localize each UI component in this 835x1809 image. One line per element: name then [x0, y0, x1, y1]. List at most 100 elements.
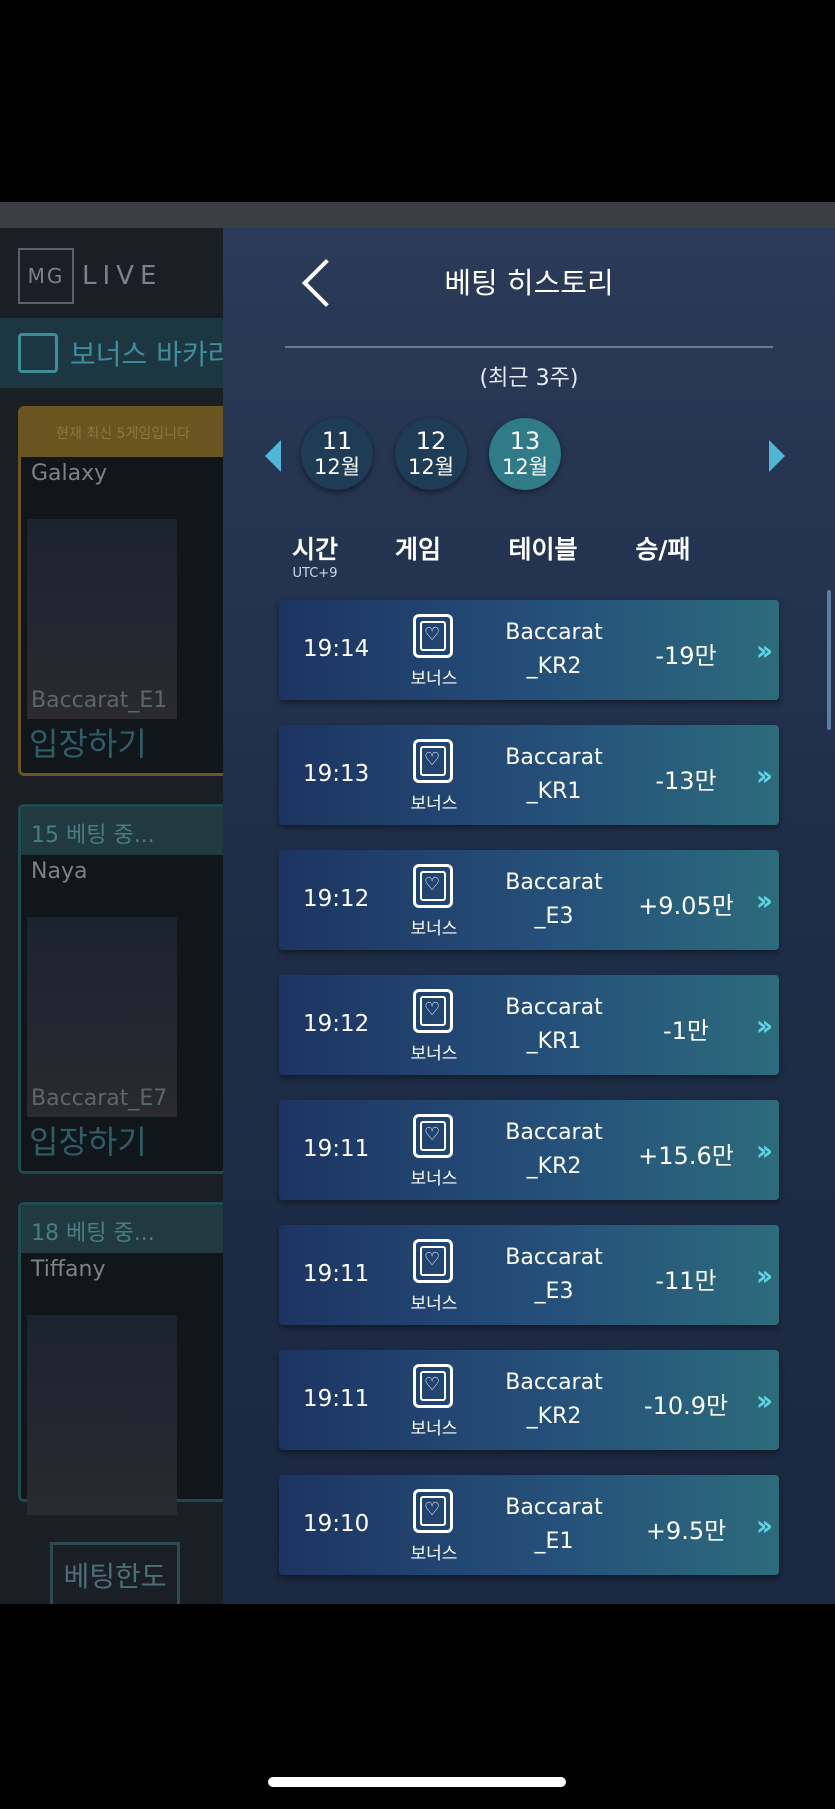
header-result: 승/패	[635, 535, 691, 564]
bonus-card-icon: ♡	[413, 1114, 453, 1158]
row-table-line2: _KR2	[526, 654, 582, 679]
row-table: Baccarat _KR1	[499, 991, 609, 1059]
card-banner: 15 베팅 중...	[21, 807, 225, 855]
bonus-card-icon: ♡	[413, 1489, 453, 1533]
double-chevron-right-icon[interactable]: ››	[756, 884, 773, 917]
row-table-line1: Baccarat	[505, 995, 603, 1020]
row-time: 19:10	[303, 1511, 370, 1537]
row-table-line1: Baccarat	[505, 1370, 603, 1395]
dealer-photo	[27, 1315, 177, 1515]
history-row[interactable]: 19:12 ♡ 보너스 Baccarat _E3 +9.05만 ››	[279, 850, 779, 950]
row-game: 보너스	[410, 1169, 458, 1189]
table-card[interactable]: 15 베팅 중... Naya Baccarat_E7 입장하기	[18, 804, 228, 1174]
row-table-line2: _KR1	[526, 779, 582, 804]
row-table-line2: _KR1	[526, 1029, 582, 1054]
next-date-icon[interactable]	[769, 440, 785, 472]
double-chevron-right-icon[interactable]: ››	[756, 759, 773, 792]
row-game: 보너스	[410, 1544, 458, 1564]
row-table: Baccarat _KR1	[499, 741, 609, 809]
scrollbar[interactable]	[827, 590, 831, 730]
row-game: 보너스	[410, 919, 458, 939]
double-chevron-right-icon[interactable]: ››	[756, 1134, 773, 1167]
row-table: Baccarat _E3	[499, 1241, 609, 1309]
row-table: Baccarat _KR2	[499, 616, 609, 684]
card-banner: 18 베팅 중...	[21, 1205, 225, 1253]
dealer-name: Galaxy	[31, 461, 108, 486]
history-row[interactable]: 19:10 ♡ 보너스 Baccarat _E1 +9.5만 ››	[279, 1475, 779, 1575]
bonus-card-icon: ♡	[413, 1364, 453, 1408]
row-result: -10.9만	[643, 1392, 729, 1420]
row-table: Baccarat _KR2	[499, 1366, 609, 1434]
double-chevron-right-icon[interactable]: ››	[756, 1009, 773, 1042]
history-row[interactable]: 19:11 ♡ 보너스 Baccarat _KR2 -10.9만 ››	[279, 1350, 779, 1450]
enter-button[interactable]: 입장하기	[29, 1117, 147, 1163]
betting-history-panel: 베팅 히스토리 (최근 3주) 11 12월 12 12월 13 12월 시간 …	[223, 228, 835, 1604]
row-table: Baccarat _KR2	[499, 1116, 609, 1184]
bonus-card-icon: ♡	[413, 864, 453, 908]
bonus-card-icon: ♡	[413, 614, 453, 658]
date-day: 11	[321, 427, 353, 455]
row-result: +15.6만	[638, 1142, 734, 1170]
row-table-line1: Baccarat	[505, 745, 603, 770]
date-chip[interactable]: 11 12월	[301, 418, 373, 490]
home-indicator[interactable]	[268, 1777, 566, 1787]
history-row[interactable]: 19:14 ♡ 보너스 Baccarat _KR2 -19만 ››	[279, 600, 779, 700]
row-time: 19:11	[303, 1261, 370, 1287]
row-table-line2: _KR2	[526, 1154, 582, 1179]
history-list: 19:14 ♡ 보너스 Baccarat _KR2 -19만 ›› 19:13 ♡ 보너스 Bacc…	[279, 600, 779, 1600]
lobby-tab-bonus-baccarat[interactable]: 보너스 바카라	[0, 318, 240, 388]
row-game: 보너스	[410, 1419, 458, 1439]
title-divider	[285, 346, 773, 348]
row-table: Baccarat _E3	[499, 866, 609, 934]
row-result: +9.5만	[645, 1517, 727, 1545]
page-title: 베팅 히스토리	[444, 266, 614, 300]
row-time: 19:11	[303, 1386, 370, 1412]
history-row[interactable]: 19:11 ♡ 보너스 Baccarat _KR2 +15.6만 ››	[279, 1100, 779, 1200]
prev-date-icon[interactable]	[265, 440, 281, 472]
bet-limit-button[interactable]: 베팅한도	[50, 1542, 180, 1604]
row-table-line1: Baccarat	[505, 1495, 603, 1520]
row-table-line2: _E1	[534, 1529, 574, 1554]
table-card[interactable]: 현재 최신 5게임입니다 Galaxy Baccarat_E1 입장하기	[18, 406, 228, 776]
history-row[interactable]: 19:11 ♡ 보너스 Baccarat _E3 -11만 ››	[279, 1225, 779, 1325]
table-card[interactable]: 18 베팅 중... Tiffany	[18, 1202, 228, 1515]
row-game: 보너스	[410, 669, 458, 689]
row-table-line1: Baccarat	[505, 1120, 603, 1145]
dealer-name: Naya	[31, 859, 88, 884]
card-banner: 현재 최신 5게임입니다	[21, 409, 225, 457]
header-timezone: UTC+9	[292, 566, 338, 581]
double-chevron-right-icon[interactable]: ››	[756, 1384, 773, 1417]
double-chevron-right-icon[interactable]: ››	[756, 1259, 773, 1292]
row-table-line2: _E3	[534, 904, 574, 929]
row-game: 보너스	[410, 794, 458, 814]
row-time: 19:12	[303, 886, 370, 912]
row-time: 19:11	[303, 1136, 370, 1162]
row-time: 19:13	[303, 761, 370, 787]
row-game: 보너스	[410, 1294, 458, 1314]
date-chip-selected[interactable]: 13 12월	[489, 418, 561, 490]
row-result: -19만	[655, 642, 717, 670]
row-result: -11만	[655, 1267, 717, 1295]
row-time: 19:14	[303, 636, 370, 662]
date-chip[interactable]: 12 12월	[395, 418, 467, 490]
row-result: -1만	[662, 1017, 709, 1045]
row-result: -13만	[655, 767, 717, 795]
table-name: Baccarat_E1	[31, 688, 168, 713]
date-month: 12월	[407, 455, 455, 479]
history-row[interactable]: 19:13 ♡ 보너스 Baccarat _KR1 -13만 ››	[279, 725, 779, 825]
top-bar	[0, 202, 835, 228]
row-table-line1: Baccarat	[505, 870, 603, 895]
header-time: 시간	[291, 535, 338, 564]
logo-box: MG	[18, 248, 74, 304]
logo-text: LIVE	[82, 261, 163, 291]
double-chevron-right-icon[interactable]: ››	[756, 1509, 773, 1542]
dealer-name: Tiffany	[31, 1257, 106, 1282]
history-row[interactable]: 19:12 ♡ 보너스 Baccarat _KR1 -1만 ››	[279, 975, 779, 1075]
enter-button[interactable]: 입장하기	[29, 719, 147, 765]
period-subtitle: (최근 3주)	[479, 366, 579, 391]
row-result: +9.05만	[638, 892, 734, 920]
row-table: Baccarat _E1	[499, 1491, 609, 1559]
row-table-line1: Baccarat	[505, 620, 603, 645]
lobby-tab-label: 보너스 바카라	[70, 338, 234, 371]
double-chevron-right-icon[interactable]: ››	[756, 634, 773, 667]
